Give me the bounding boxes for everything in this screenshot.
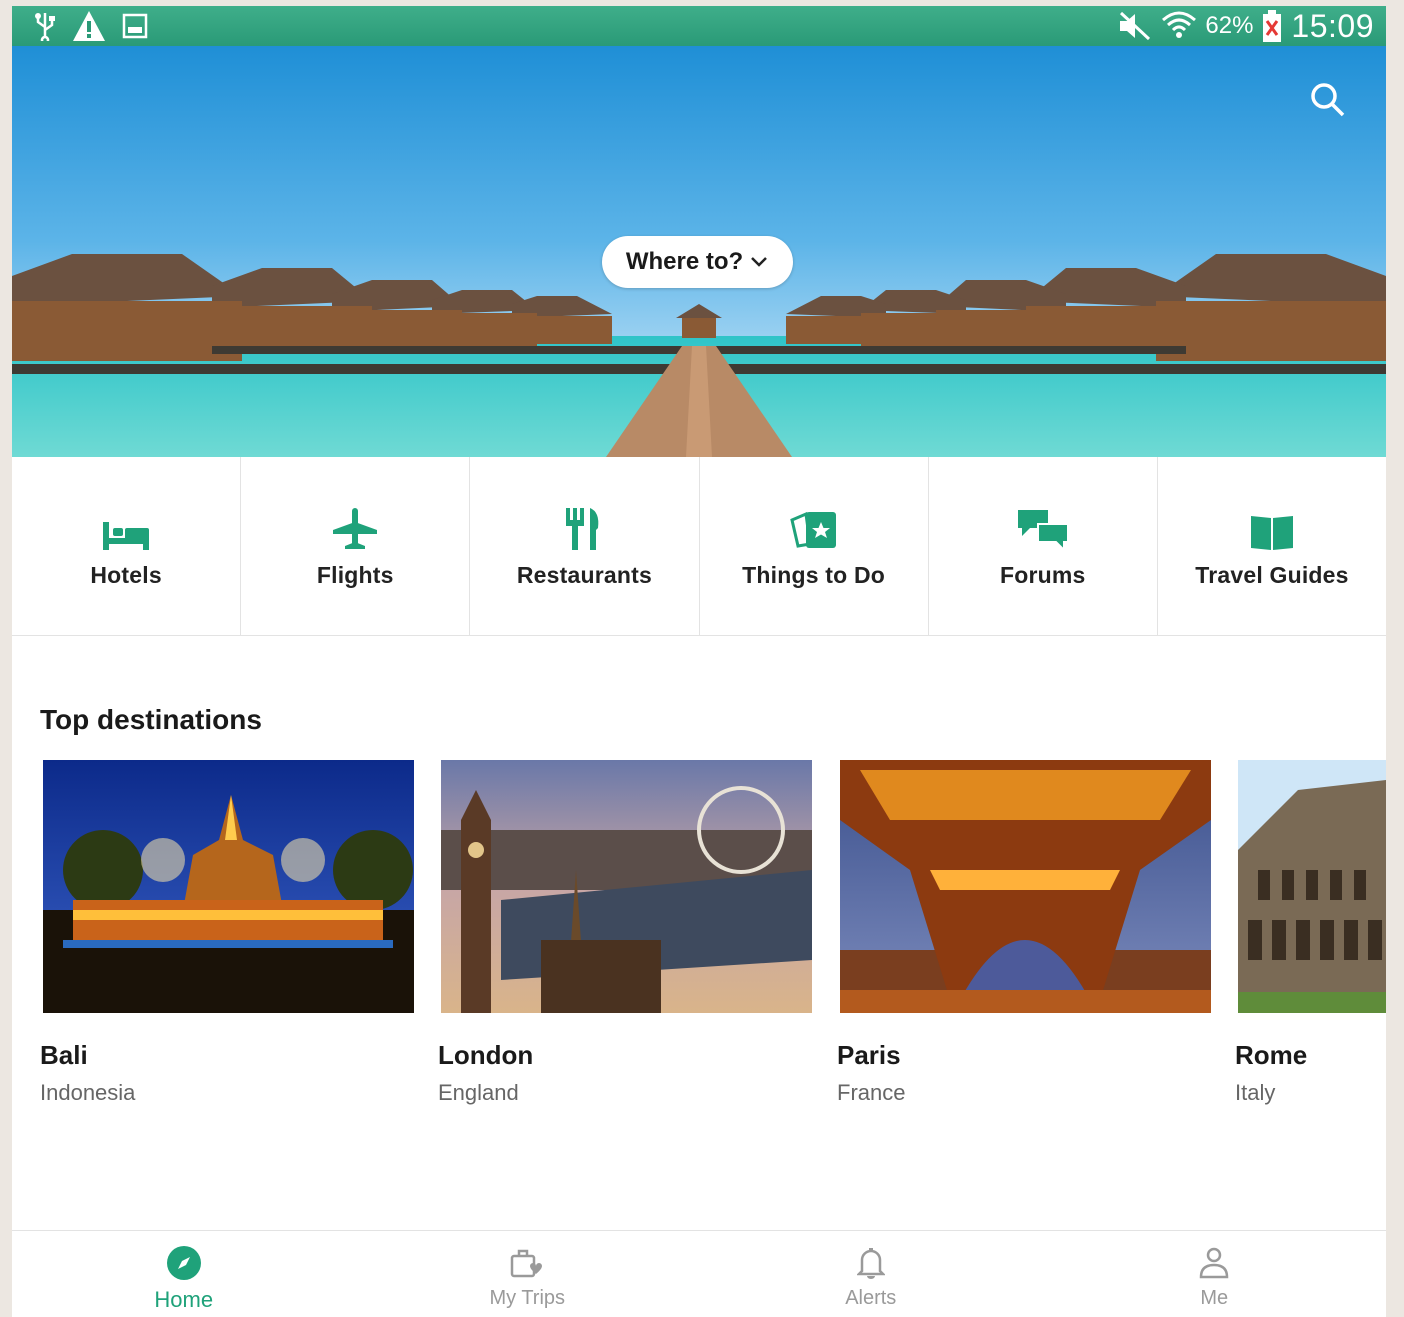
ticket-icon [789, 511, 836, 548]
destination-photo [441, 760, 812, 1013]
status-left-icons [12, 10, 148, 42]
battery-icon [1263, 10, 1282, 42]
wifi-icon [1162, 11, 1197, 38]
category-things-to-do[interactable]: Things to Do [700, 457, 929, 635]
nav-label: Me [1200, 1287, 1229, 1309]
category-label: Restaurants [516, 561, 652, 588]
destination-name: Rome [1235, 1040, 1308, 1070]
app-screen: 62% 15:09 Where to? Hotels Flights Resta… [12, 6, 1386, 1317]
bell-icon [856, 1248, 885, 1279]
nav-alerts[interactable]: Alerts [699, 1231, 1043, 1317]
chat-bubbles-icon [1017, 509, 1068, 550]
destination-country: Indonesia [40, 1080, 136, 1105]
nav-label: My Trips [489, 1287, 566, 1309]
category-travel-guides[interactable]: Travel Guides [1158, 457, 1386, 635]
category-label: Forums [1000, 561, 1086, 588]
category-label: Travel Guides [1195, 561, 1349, 588]
nav-label: Alerts [845, 1287, 897, 1309]
warning-icon [73, 11, 105, 41]
destination-card-paris[interactable]: Paris France [837, 760, 1212, 1105]
category-label: Hotels [90, 561, 162, 588]
destination-photo [840, 760, 1211, 1013]
status-right-icons: 62% 15:09 [1117, 8, 1386, 45]
person-icon [1199, 1247, 1229, 1279]
bed-icon [103, 521, 150, 550]
clock: 15:09 [1291, 7, 1374, 44]
nav-me[interactable]: Me [1043, 1231, 1387, 1317]
section-title: Top destinations [40, 704, 262, 735]
category-label: Things to Do [742, 561, 886, 588]
status-bar: 62% 15:09 [12, 6, 1386, 46]
destination-card-rome[interactable]: Rome Italy [1235, 760, 1386, 1105]
battery-percent: 62% [1205, 12, 1254, 39]
category-grid: Hotels Flights Restaurants Things to Do … [12, 457, 1386, 636]
nav-home[interactable]: Home [12, 1231, 356, 1317]
category-hotels[interactable]: Hotels [12, 457, 242, 635]
nav-my-trips[interactable]: My Trips [356, 1231, 700, 1317]
nav-label: Home [154, 1287, 214, 1312]
destination-photo [1238, 760, 1386, 1013]
category-forums[interactable]: Forums [929, 457, 1158, 635]
fork-knife-icon [566, 507, 599, 550]
search-icon[interactable] [1308, 80, 1348, 120]
destination-card-bali[interactable]: Bali Indonesia [40, 760, 415, 1105]
category-label: Flights [316, 561, 394, 588]
destination-name: Bali [40, 1040, 88, 1070]
airplane-icon [333, 507, 378, 549]
destinations-carousel[interactable]: Bali Indonesia London England Paris Fran… [12, 760, 1386, 1120]
where-to-label: Where to? [625, 248, 744, 275]
suitcase-heart-icon [511, 1249, 543, 1278]
usb-icon [35, 13, 55, 41]
destination-country: Italy [1235, 1080, 1276, 1105]
category-flights[interactable]: Flights [241, 457, 471, 635]
destination-name: Paris [837, 1040, 901, 1070]
where-to-button[interactable]: Where to? [602, 236, 793, 288]
category-restaurants[interactable]: Restaurants [470, 457, 700, 635]
mute-icon [1120, 11, 1151, 41]
destination-country: England [438, 1080, 519, 1105]
destination-card-london[interactable]: London England [438, 760, 813, 1105]
image-icon [122, 13, 148, 39]
destination-country: France [837, 1080, 906, 1105]
book-icon [1250, 515, 1293, 550]
hero-banner: Where to? [12, 46, 1386, 457]
destination-name: London [438, 1040, 534, 1070]
chevron-down-icon [751, 257, 768, 267]
compass-icon [166, 1246, 201, 1280]
destination-photo [43, 760, 414, 1013]
bottom-navigation: Home My Trips Alerts Me [12, 1230, 1386, 1317]
